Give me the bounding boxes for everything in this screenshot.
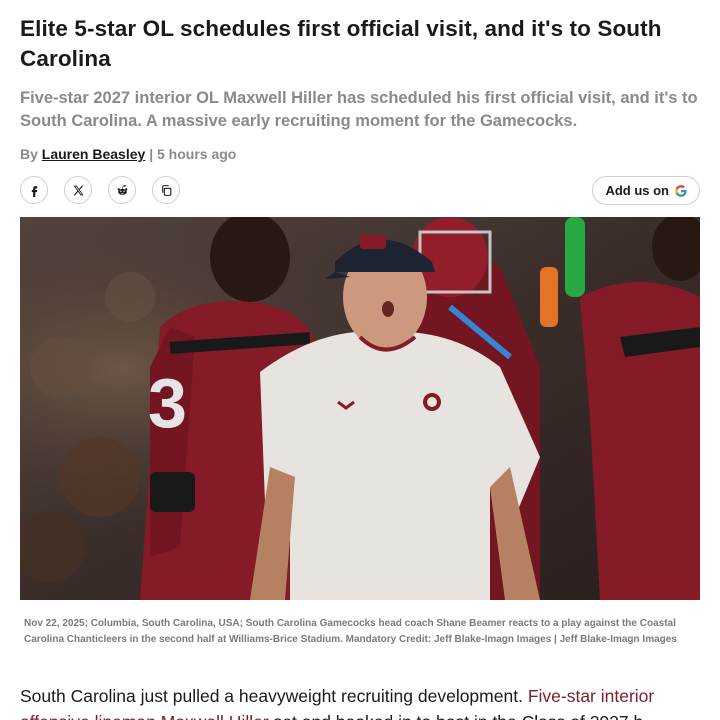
article-subhead: Five-star 2027 interior OL Maxwell Hille… [20, 89, 698, 130]
google-icon [675, 184, 687, 197]
x-share-button[interactable] [64, 176, 92, 204]
byline: By Lauren Beasley | 5 hours ago [20, 145, 236, 163]
copy-link-button[interactable] [152, 176, 180, 204]
reddit-share-button[interactable] [108, 176, 136, 204]
coach-photo: 3 [20, 217, 700, 600]
photo-caption: Nov 22, 2025; Columbia, South Carolina, … [24, 618, 677, 645]
reddit-icon [117, 184, 127, 195]
facebook-icon [31, 185, 37, 197]
add-us-on-google-button[interactable]: Add us on [592, 176, 700, 205]
body-text-segment-2: set and booked in to host in the Class o… [269, 712, 644, 720]
byline-separator: | [149, 146, 154, 162]
x-icon [72, 185, 84, 195]
published-time: 5 hours ago [157, 146, 237, 162]
body-line-1: South Carolina just pulled a heavyweight… [20, 683, 720, 709]
share-bar: Add us on [20, 176, 700, 206]
body-text-segment: South Carolina just pulled a heavyweight… [20, 686, 528, 706]
body-inline-link-continued[interactable]: offensive lineman Maxwell Hiller [20, 712, 269, 720]
body-inline-link[interactable]: Five-star interior [528, 686, 654, 706]
byline-prefix: By [20, 146, 38, 162]
copy-icon [161, 184, 171, 196]
add-us-label: Add us on [605, 183, 669, 198]
author-link[interactable]: Lauren Beasley [42, 146, 146, 162]
article-headline: Elite 5-star OL schedules first official… [20, 16, 662, 71]
article-body: South Carolina just pulled a heavyweight… [20, 683, 720, 720]
facebook-share-button[interactable] [20, 176, 48, 204]
body-line-2: offensive lineman Maxwell Hiller set and… [20, 709, 643, 720]
article-photo: 3 [20, 217, 700, 600]
